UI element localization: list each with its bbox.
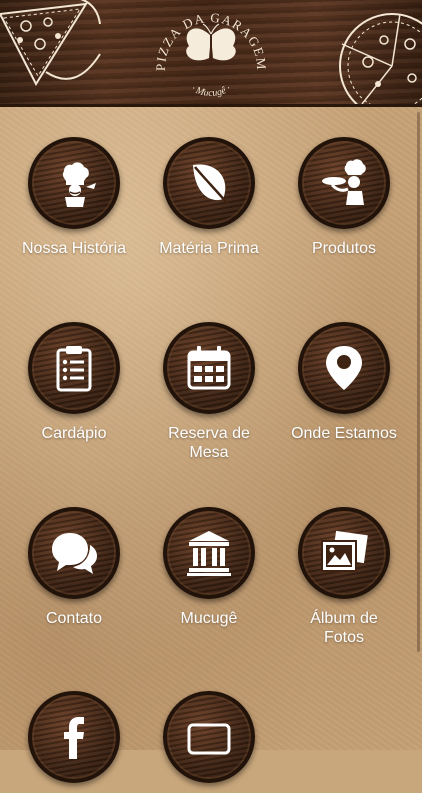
chat-bubbles-icon-button[interactable] [28, 507, 120, 599]
map-pin-icon-button[interactable] [298, 322, 390, 414]
leaf-icon [193, 164, 228, 204]
chef-icon [62, 162, 96, 207]
menu-item-mucuge[interactable]: Mucugê [144, 507, 274, 628]
menu-item-facebook[interactable] [9, 691, 139, 793]
app-header: PIZZA DA GARAGEM · Mucugê · [0, 0, 422, 107]
facebook-icon-button[interactable] [28, 691, 120, 783]
menu-label: Reserva de Mesa [168, 425, 250, 461]
calendar-icon-button[interactable] [163, 322, 255, 414]
menu-label: Nossa História [21, 240, 127, 257]
pizza-slice-right-decoration [339, 13, 422, 104]
clipboard-icon [56, 346, 92, 392]
calendar-icon [187, 346, 231, 390]
menu-item-materia-prima[interactable]: Matéria Prima [144, 137, 274, 258]
menu-label: Álbum de Fotos [310, 610, 378, 646]
svg-text:· Mucugê ·: · Mucugê · [189, 83, 232, 99]
menu-item-reserva-de-mesa[interactable]: Reserva de Mesa [144, 322, 274, 462]
menu-item-nossa-historia[interactable]: Nossa História [9, 137, 139, 258]
menu-item-tablet[interactable] [144, 691, 274, 793]
menu-item-produtos[interactable]: Produtos [279, 137, 409, 258]
logo-sub-text: · Mucugê · [189, 83, 232, 99]
chat-bubbles-icon [52, 533, 97, 574]
pizza-da-garagem-logo: PIZZA DA GARAGEM · Mucugê · [153, 10, 268, 99]
photo-album-icon-button[interactable] [298, 507, 390, 599]
chef-icon-button[interactable] [28, 137, 120, 229]
photo-album-icon [321, 530, 368, 572]
tablet-icon [187, 723, 231, 755]
chef-serving-icon [322, 159, 366, 205]
tablet-icon-button[interactable] [163, 691, 255, 783]
museum-building-icon [187, 531, 231, 576]
menu-label: Onde Estamos [291, 425, 397, 442]
pizza-slice-left-decoration [0, 0, 101, 87]
leaf-icon-button[interactable] [163, 137, 255, 229]
scrollbar[interactable] [417, 112, 420, 652]
museum-building-icon-button[interactable] [163, 507, 255, 599]
menu-item-album-de-fotos[interactable]: Álbum de Fotos [279, 507, 409, 647]
menu-item-onde-estamos[interactable]: Onde Estamos [279, 322, 409, 443]
menu-label: Mucugê [180, 610, 238, 627]
menu-item-cardapio[interactable]: Cardápio [9, 322, 139, 443]
menu-label: Produtos [311, 240, 377, 257]
chef-serving-icon-button[interactable] [298, 137, 390, 229]
menu-item-contato[interactable]: Contato [9, 507, 139, 628]
clipboard-icon-button[interactable] [28, 322, 120, 414]
menu-label: Matéria Prima [159, 240, 259, 257]
map-pin-icon [326, 346, 362, 390]
menu-label: Contato [45, 610, 103, 627]
facebook-icon [64, 717, 84, 759]
menu-label: Cardápio [41, 425, 107, 442]
